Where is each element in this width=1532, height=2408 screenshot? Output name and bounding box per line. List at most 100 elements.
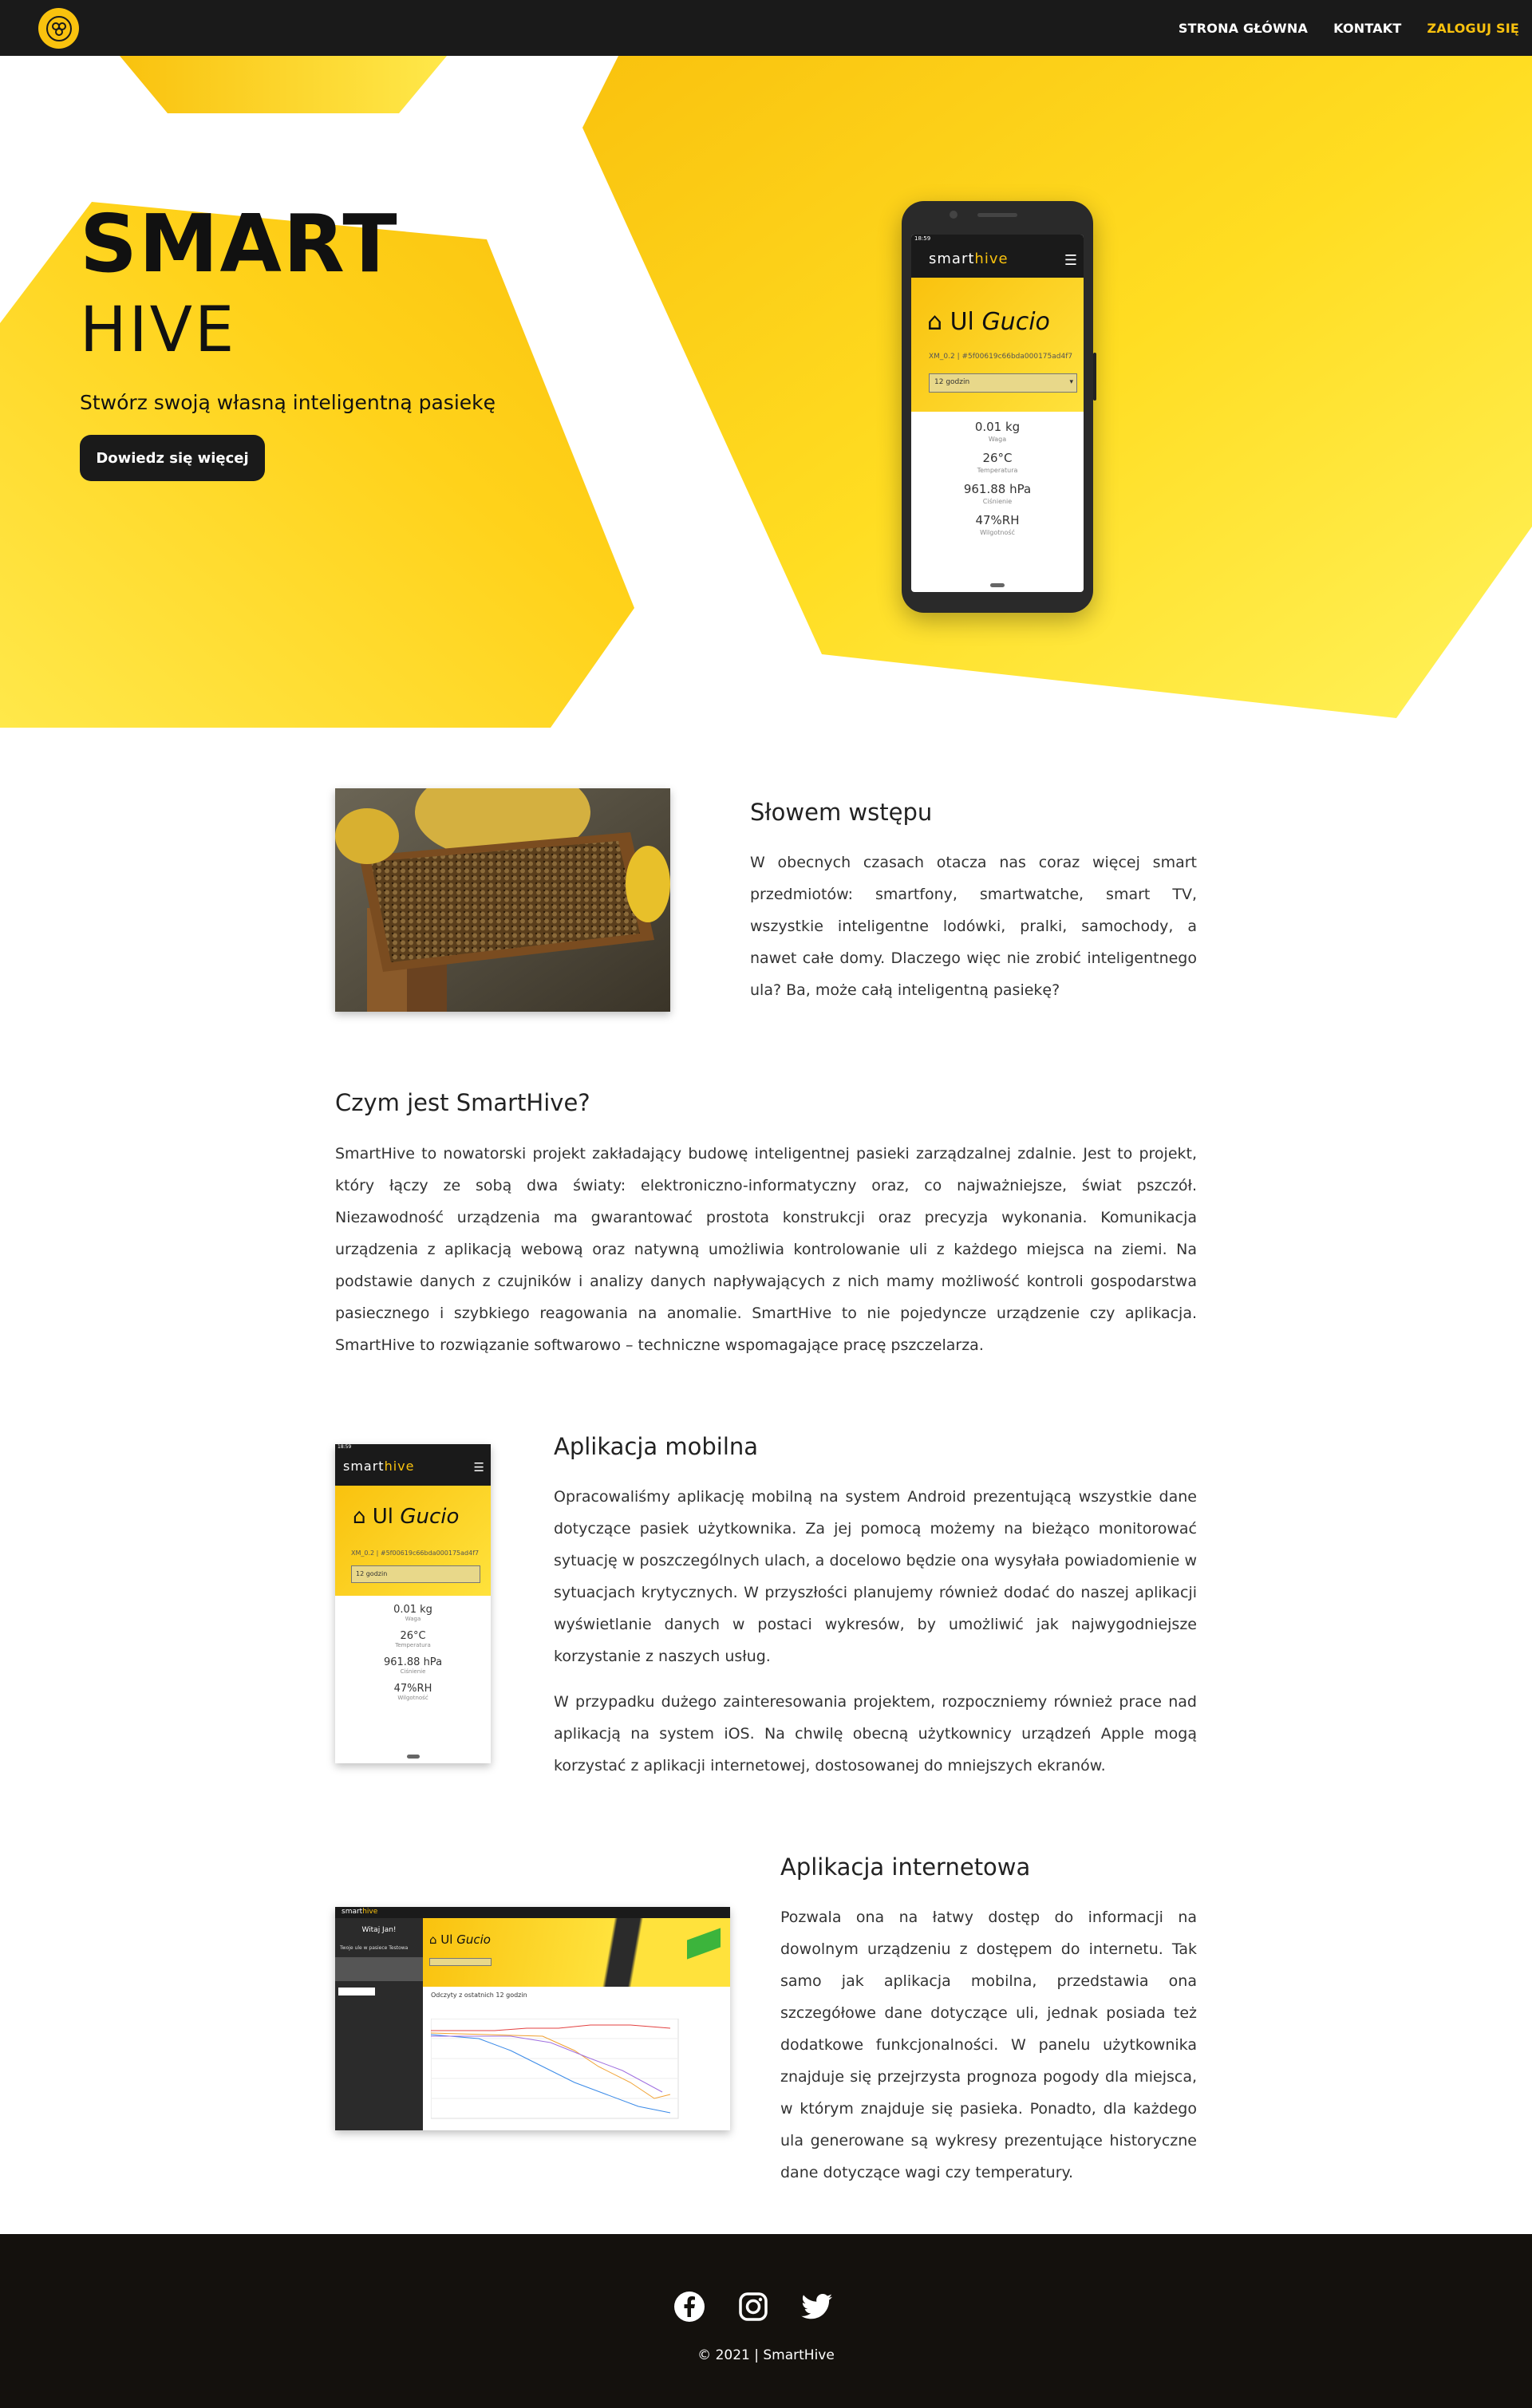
home-pill[interactable]	[990, 582, 1005, 587]
app-brand: smarthive	[929, 251, 1009, 267]
web-period-select[interactable]	[429, 1958, 492, 1966]
metric-label: Wilgotność	[397, 1695, 428, 1701]
hive-id: XM_0.2 | #5f00619c66bda000175ad4f7	[929, 353, 1073, 361]
metric-label: Temperatura	[395, 1642, 431, 1648]
app-header: smarthive ☰	[911, 243, 1084, 278]
app-brand: smarthive	[342, 1908, 377, 1916]
metric-pressure: 961.88 hPa Ciśnienie	[335, 1656, 491, 1675]
metric-temperature: 26°C Temperatura	[335, 1630, 491, 1648]
hero-title-smart: SMART	[80, 197, 399, 290]
metric-temperature: 26°C Temperatura	[911, 451, 1084, 474]
app-brand: smarthive	[343, 1459, 414, 1474]
metric-value: 961.88 hPa	[383, 1656, 443, 1668]
hive-name: Gucio	[456, 1932, 491, 1947]
hive-3d-model	[687, 1928, 721, 1960]
metric-value: 26°C	[400, 1630, 426, 1642]
brand-smart: smart	[343, 1459, 385, 1474]
web-title: Aplikacja internetowa	[780, 1853, 1031, 1881]
hero-subtitle: Stwórz swoją własną inteligentną pasiekę	[80, 391, 496, 414]
metric-value: 47%RH	[393, 1683, 432, 1695]
metric-label: Ciśnienie	[400, 1668, 426, 1675]
metric-label: Wilgotność	[980, 529, 1015, 536]
sidebar-button[interactable]	[338, 1988, 375, 1995]
learn-more-button[interactable]: Dowiedz się więcej	[80, 435, 265, 481]
mobile-text-1: Opracowaliśmy aplikację mobilną na syste…	[554, 1488, 1197, 1665]
web-hive-panel: ⌂ Ul Gucio	[423, 1918, 730, 1987]
web-app-sidebar: Witaj Jan! Twoje ule w pasiece Testowa	[335, 1918, 423, 2130]
bee-hive-logo-icon[interactable]	[38, 8, 79, 49]
metric-humidity: 47%RH Wilgotność	[335, 1683, 491, 1701]
phone-speaker	[977, 213, 1017, 217]
hive-title: ⌂ Ul Gucio	[927, 308, 1050, 336]
web-chart-title: Odczyty z ostatnich 12 godzin	[431, 1992, 527, 1999]
facebook-icon[interactable]	[673, 2290, 706, 2323]
nav-links: STRONA GŁÓWNA KONTAKT ZALOGUJ SIĘ	[1179, 0, 1519, 56]
web-text: Pozwala ona na łatwy dostęp do informacj…	[780, 1909, 1197, 2181]
period-select[interactable]: 12 godzin	[929, 373, 1077, 393]
phone-camera	[950, 211, 958, 219]
nav-link-login[interactable]: ZALOGUJ SIĘ	[1427, 21, 1519, 36]
brand-hive: hive	[362, 1908, 378, 1916]
brand-hive: hive	[384, 1459, 415, 1474]
home-pill[interactable]	[406, 1755, 420, 1759]
hive-panel: ⌂ Ul Gucio XM_0.2 | #5f00619c66bda000175…	[911, 278, 1084, 412]
hive-title: ⌂ Ul Gucio	[353, 1505, 460, 1529]
hive-panel: ⌂ Ul Gucio XM_0.2 | #5f00619c66bda000175…	[335, 1486, 491, 1596]
metric-label: Waga	[988, 436, 1007, 443]
brand-smart: smart	[929, 251, 975, 267]
about-text: SmartHive to nowatorski projekt zakładaj…	[335, 1145, 1197, 1354]
metric-pressure: 961.88 hPa Ciśnienie	[911, 482, 1084, 505]
web-app-screenshot: smarthive Witaj Jan! Twoje ule w pasiece…	[335, 1907, 730, 2130]
sidebar-hive-item[interactable]	[335, 1957, 423, 1981]
beekeeper-photo	[335, 788, 670, 1012]
phone-screen: 18:59 smarthive ☰ ⌂ Ul Gucio XM_0.2 | #5…	[911, 235, 1084, 592]
twitter-icon[interactable]	[800, 2290, 834, 2323]
hive-label: Ul	[950, 308, 974, 336]
hero-title-hive: HIVE	[80, 294, 237, 366]
metric-value: 961.88 hPa	[963, 482, 1032, 496]
about-title: Czym jest SmartHive?	[335, 1089, 590, 1116]
metric-weight: 0.01 kg Waga	[335, 1604, 491, 1622]
brand-smart: smart	[342, 1908, 363, 1916]
copyright: © 2021 | SmartHive	[697, 2347, 835, 2363]
hive-id: XM_0.2 | #5f00619c66bda000175ad4f7	[351, 1549, 480, 1557]
web-hive-title: ⌂ Ul Gucio	[429, 1932, 491, 1947]
metric-label: Waga	[405, 1616, 421, 1622]
hive-label: Ul	[440, 1932, 453, 1947]
sidebar-title: Witaj Jan!	[361, 1926, 397, 1934]
nav-link-contact[interactable]: KONTAKT	[1333, 21, 1401, 36]
intro-text: W obecnych czasach otacza nas coraz więc…	[750, 854, 1197, 999]
metric-weight: 0.01 kg Waga	[911, 420, 1084, 443]
metric-value: 0.01 kg	[974, 420, 1021, 434]
nav-link-home[interactable]: STRONA GŁÓWNA	[1179, 21, 1308, 36]
social-links	[673, 2290, 834, 2323]
android-nav-bar	[335, 1755, 491, 1759]
brand-hive: hive	[974, 251, 1009, 267]
status-time: 18:59	[335, 1444, 491, 1451]
hive-name: Gucio	[981, 308, 1050, 336]
hive-name: Gucio	[400, 1505, 460, 1529]
web-chart	[431, 2019, 679, 2119]
android-nav-bar	[911, 578, 1084, 592]
metric-humidity: 47%RH Wilgotność	[911, 513, 1084, 536]
metric-label: Temperatura	[977, 467, 1018, 474]
phone-mockup: 18:59 smarthive ☰ ⌂ Ul Gucio XM_0.2 | #5…	[902, 201, 1096, 613]
app-header: smarthive ☰	[335, 1451, 491, 1486]
intro-title: Słowem wstępu	[750, 799, 933, 826]
sidebar-subtitle: Twoje ule w pasiece Testowa	[340, 1945, 409, 1951]
hamburger-menu-icon[interactable]: ☰	[474, 1460, 484, 1474]
hive-label: Ul	[372, 1505, 394, 1529]
web-app-header: smarthive	[335, 1907, 730, 1918]
navbar: STRONA GŁÓWNA KONTAKT ZALOGUJ SIĘ	[0, 0, 1532, 56]
hamburger-menu-icon[interactable]: ☰	[1064, 252, 1077, 269]
hero-section: SMART HIVE Stwórz swoją własną inteligen…	[0, 56, 1532, 728]
instagram-icon[interactable]	[736, 2290, 770, 2323]
metric-value: 47%RH	[975, 513, 1020, 527]
phone-side-button	[1093, 353, 1096, 401]
status-time: 18:59	[911, 235, 1084, 243]
metric-value: 26°C	[982, 451, 1013, 465]
mobile-title: Aplikacja mobilna	[554, 1433, 759, 1460]
period-select[interactable]: 12 godzin	[351, 1565, 480, 1583]
mobile-text-2: W przypadku dużego zainteresowania proje…	[554, 1693, 1197, 1774]
metric-label: Ciśnienie	[982, 498, 1013, 505]
